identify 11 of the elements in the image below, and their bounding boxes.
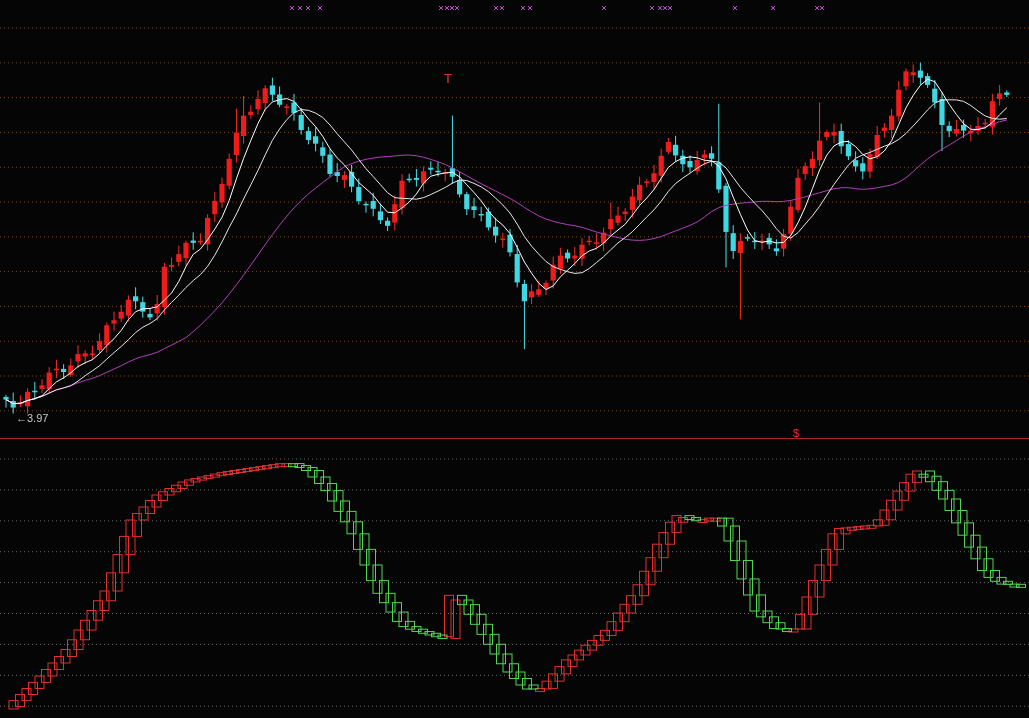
cross-marker-icon: [601, 5, 607, 11]
low-price-label: ←3.97: [16, 412, 49, 424]
cross-marker-icon: [297, 5, 303, 11]
signal-marker: T: [444, 71, 452, 86]
cross-marker-icon: [317, 5, 323, 11]
cross-marker-icon: [732, 5, 738, 11]
signal-marker: $: [793, 427, 800, 438]
cross-marker-icon: [649, 5, 655, 11]
cross-marker-icon: [305, 5, 311, 11]
cross-marker-icon: [289, 5, 295, 11]
cross-marker-icon: [770, 5, 776, 11]
